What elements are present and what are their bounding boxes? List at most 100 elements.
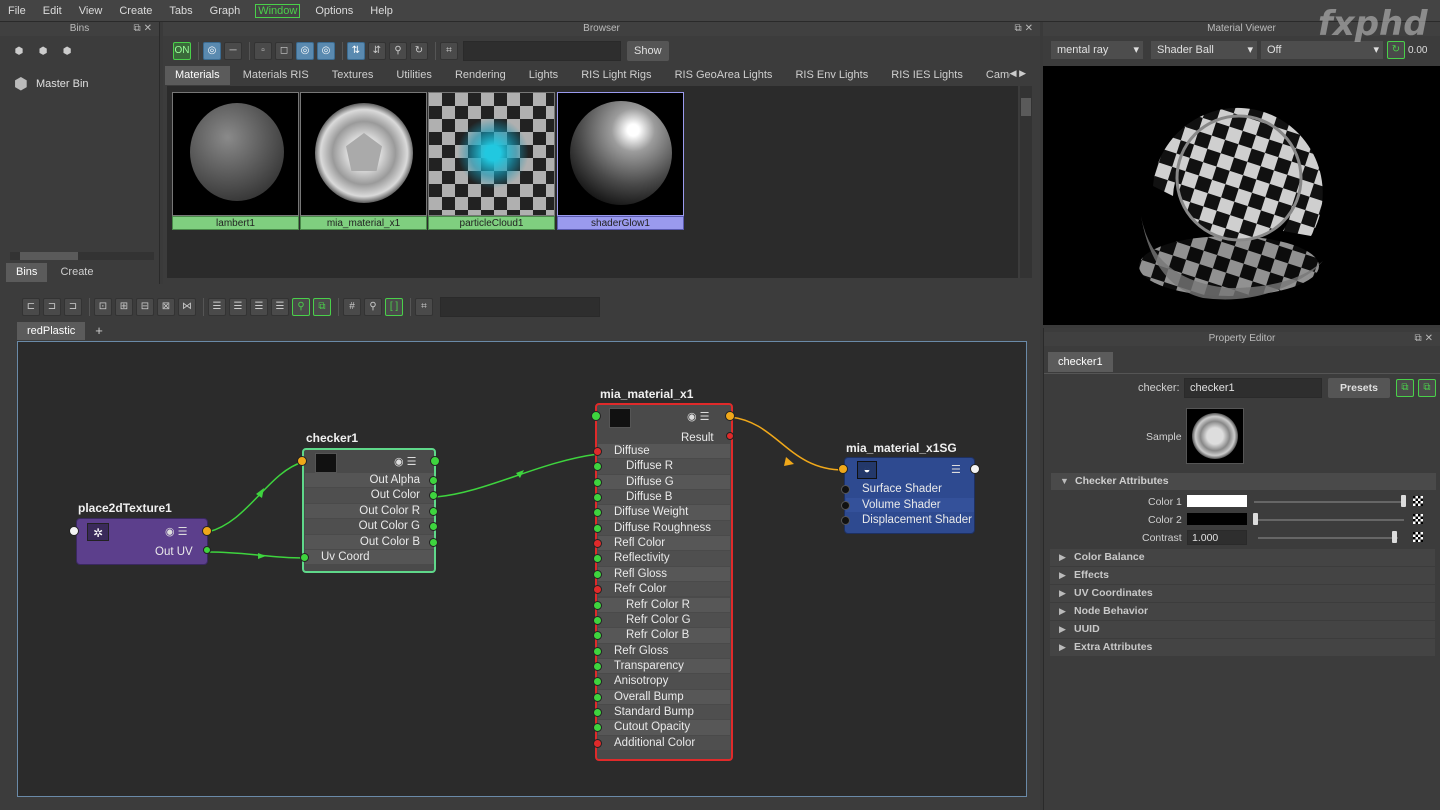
- section-node-behavior[interactable]: ▶ Node Behavior: [1050, 603, 1435, 620]
- add-tab-button[interactable]: +: [85, 321, 113, 340]
- menu-graph[interactable]: Graph: [208, 4, 243, 18]
- port-dot[interactable]: [593, 493, 602, 503]
- port-input-dot[interactable]: [591, 411, 601, 421]
- input-connections-icon[interactable]: ⊏: [22, 298, 40, 316]
- renderer-select[interactable]: mental ray ▾: [1051, 41, 1143, 59]
- port-out-uv-dot[interactable]: [203, 546, 211, 554]
- add-selected-icon[interactable]: ⊟: [136, 298, 154, 316]
- port-input-dot[interactable]: [297, 456, 307, 466]
- port-dot[interactable]: [593, 661, 602, 671]
- full-mode-icon[interactable]: ☰: [250, 298, 268, 316]
- tab-utilities[interactable]: Utilities: [386, 66, 441, 85]
- port-output-dot[interactable]: [430, 456, 440, 466]
- snap-icon[interactable]: ⚲: [364, 298, 382, 316]
- simple-mode-icon[interactable]: ☰: [208, 298, 226, 316]
- section-extra-attributes[interactable]: ▶ Extra Attributes: [1050, 639, 1435, 656]
- color1-slider-handle[interactable]: [1401, 495, 1406, 507]
- port-dot[interactable]: [841, 485, 850, 494]
- browser-search-input[interactable]: [463, 41, 621, 61]
- port-dot[interactable]: [593, 692, 602, 702]
- tab-lights[interactable]: Lights: [519, 66, 568, 85]
- tab-ris-geoarea-lights[interactable]: RIS GeoArea Lights: [665, 66, 783, 85]
- geometry-select[interactable]: Shader Ball ▾: [1151, 41, 1257, 59]
- node-swatch-icon[interactable]: ◉ ☰: [394, 455, 417, 468]
- menu-help[interactable]: Help: [368, 4, 395, 18]
- tab-materials[interactable]: Materials: [165, 66, 230, 85]
- frame-all-icon[interactable]: ⌗: [415, 298, 433, 316]
- tab-ris-light-rigs[interactable]: RIS Light Rigs: [571, 66, 661, 85]
- material-preview-viewport[interactable]: [1043, 66, 1440, 325]
- port-dot[interactable]: [429, 476, 438, 485]
- bin-filter-icon[interactable]: ⬢: [58, 44, 76, 62]
- color1-slider[interactable]: [1254, 501, 1404, 503]
- port-output-dot[interactable]: [970, 464, 980, 474]
- bins-panel-controls[interactable]: ⧉✕: [133, 23, 155, 34]
- contrast-input[interactable]: [1187, 530, 1247, 545]
- remove-selected-icon[interactable]: ⊠: [157, 298, 175, 316]
- graph-icon[interactable]: ⚲: [389, 42, 407, 60]
- io-connections-icon[interactable]: ⊐: [43, 298, 61, 316]
- port-dot[interactable]: [593, 523, 602, 533]
- swatch-shaderglow1[interactable]: shaderGlow1: [557, 92, 684, 233]
- sort-type-icon[interactable]: ⇵: [368, 42, 386, 60]
- swatch-lambert1[interactable]: lambert1: [172, 92, 299, 233]
- bracket-icon[interactable]: [ ]: [385, 298, 403, 316]
- menu-tabs[interactable]: Tabs: [167, 4, 194, 18]
- pin-icon[interactable]: ⧉: [1418, 379, 1436, 397]
- output-connections-icon[interactable]: ⊐: [64, 298, 82, 316]
- port-dot[interactable]: [593, 738, 602, 748]
- port-input-dot[interactable]: [838, 464, 848, 474]
- add-bin-icon[interactable]: ⬢: [10, 44, 28, 62]
- view-list-icon[interactable]: ─: [224, 42, 242, 60]
- sort-icon[interactable]: ⇅: [347, 42, 365, 60]
- graph-layout-icon[interactable]: ⋈: [178, 298, 196, 316]
- on-toggle-button[interactable]: ON: [173, 42, 191, 60]
- contrast-slider[interactable]: [1258, 537, 1398, 539]
- frame-selection-icon[interactable]: ⧉: [313, 298, 331, 316]
- port-dot[interactable]: [429, 537, 438, 547]
- section-effects[interactable]: ▶ Effects: [1050, 567, 1435, 584]
- view-icons-icon[interactable]: ◎: [203, 42, 221, 60]
- node-place2dtexture[interactable]: ✲ ◉ ☰ Out UV: [76, 518, 208, 565]
- port-dot[interactable]: [841, 500, 850, 510]
- tab-checker1[interactable]: checker1: [1048, 352, 1113, 372]
- section-uv-coordinates[interactable]: ▶ UV Coordinates: [1050, 585, 1435, 602]
- browser-panel-controls[interactable]: ⧉✕: [1014, 23, 1036, 34]
- rearrange-graph-icon[interactable]: ⊞: [115, 298, 133, 316]
- swatch-mia-material[interactable]: mia_material_x1: [300, 92, 427, 233]
- map-texture-icon[interactable]: [1413, 496, 1423, 506]
- swatch-particlecloud1[interactable]: particleCloud1: [428, 92, 555, 233]
- node-name-input[interactable]: [1184, 378, 1322, 398]
- color1-swatch[interactable]: [1187, 495, 1247, 507]
- port-dot[interactable]: [593, 569, 602, 579]
- port-dot[interactable]: [593, 707, 602, 717]
- port-dot[interactable]: [593, 447, 602, 456]
- port-dot[interactable]: [429, 506, 438, 516]
- port-dot[interactable]: [593, 477, 602, 487]
- node-menu-icon[interactable]: ☰: [951, 463, 961, 476]
- section-checker-attributes[interactable]: ▼ Checker Attributes: [1051, 473, 1436, 490]
- color2-slider-handle[interactable]: [1253, 513, 1258, 525]
- menu-options[interactable]: Options: [313, 4, 355, 18]
- map-texture-icon[interactable]: [1413, 514, 1423, 524]
- tab-redplastic[interactable]: redPlastic: [17, 321, 86, 340]
- map-texture-icon[interactable]: [1413, 532, 1423, 542]
- port-dot[interactable]: [593, 615, 602, 625]
- color2-slider[interactable]: [1254, 519, 1404, 521]
- menu-file[interactable]: File: [6, 4, 28, 18]
- menu-window[interactable]: Window: [255, 3, 301, 18]
- port-dot[interactable]: [300, 553, 309, 562]
- xl-swatch-icon[interactable]: ◎: [317, 42, 335, 60]
- medium-swatch-icon[interactable]: ◻: [275, 42, 293, 60]
- contrast-slider-handle[interactable]: [1392, 531, 1397, 543]
- menu-view[interactable]: View: [77, 4, 105, 18]
- color2-swatch[interactable]: [1187, 513, 1247, 525]
- custom-mode-icon[interactable]: ☰: [271, 298, 289, 316]
- port-dot[interactable]: [593, 600, 602, 610]
- port-dot[interactable]: [593, 646, 602, 656]
- clear-graph-icon[interactable]: ⊡: [94, 298, 112, 316]
- small-swatch-icon[interactable]: ▫: [254, 42, 272, 60]
- master-bin-item[interactable]: ⬢ Master Bin: [14, 74, 89, 94]
- bins-scrollbar[interactable]: [10, 252, 154, 260]
- section-uuid[interactable]: ▶ UUID: [1050, 621, 1435, 638]
